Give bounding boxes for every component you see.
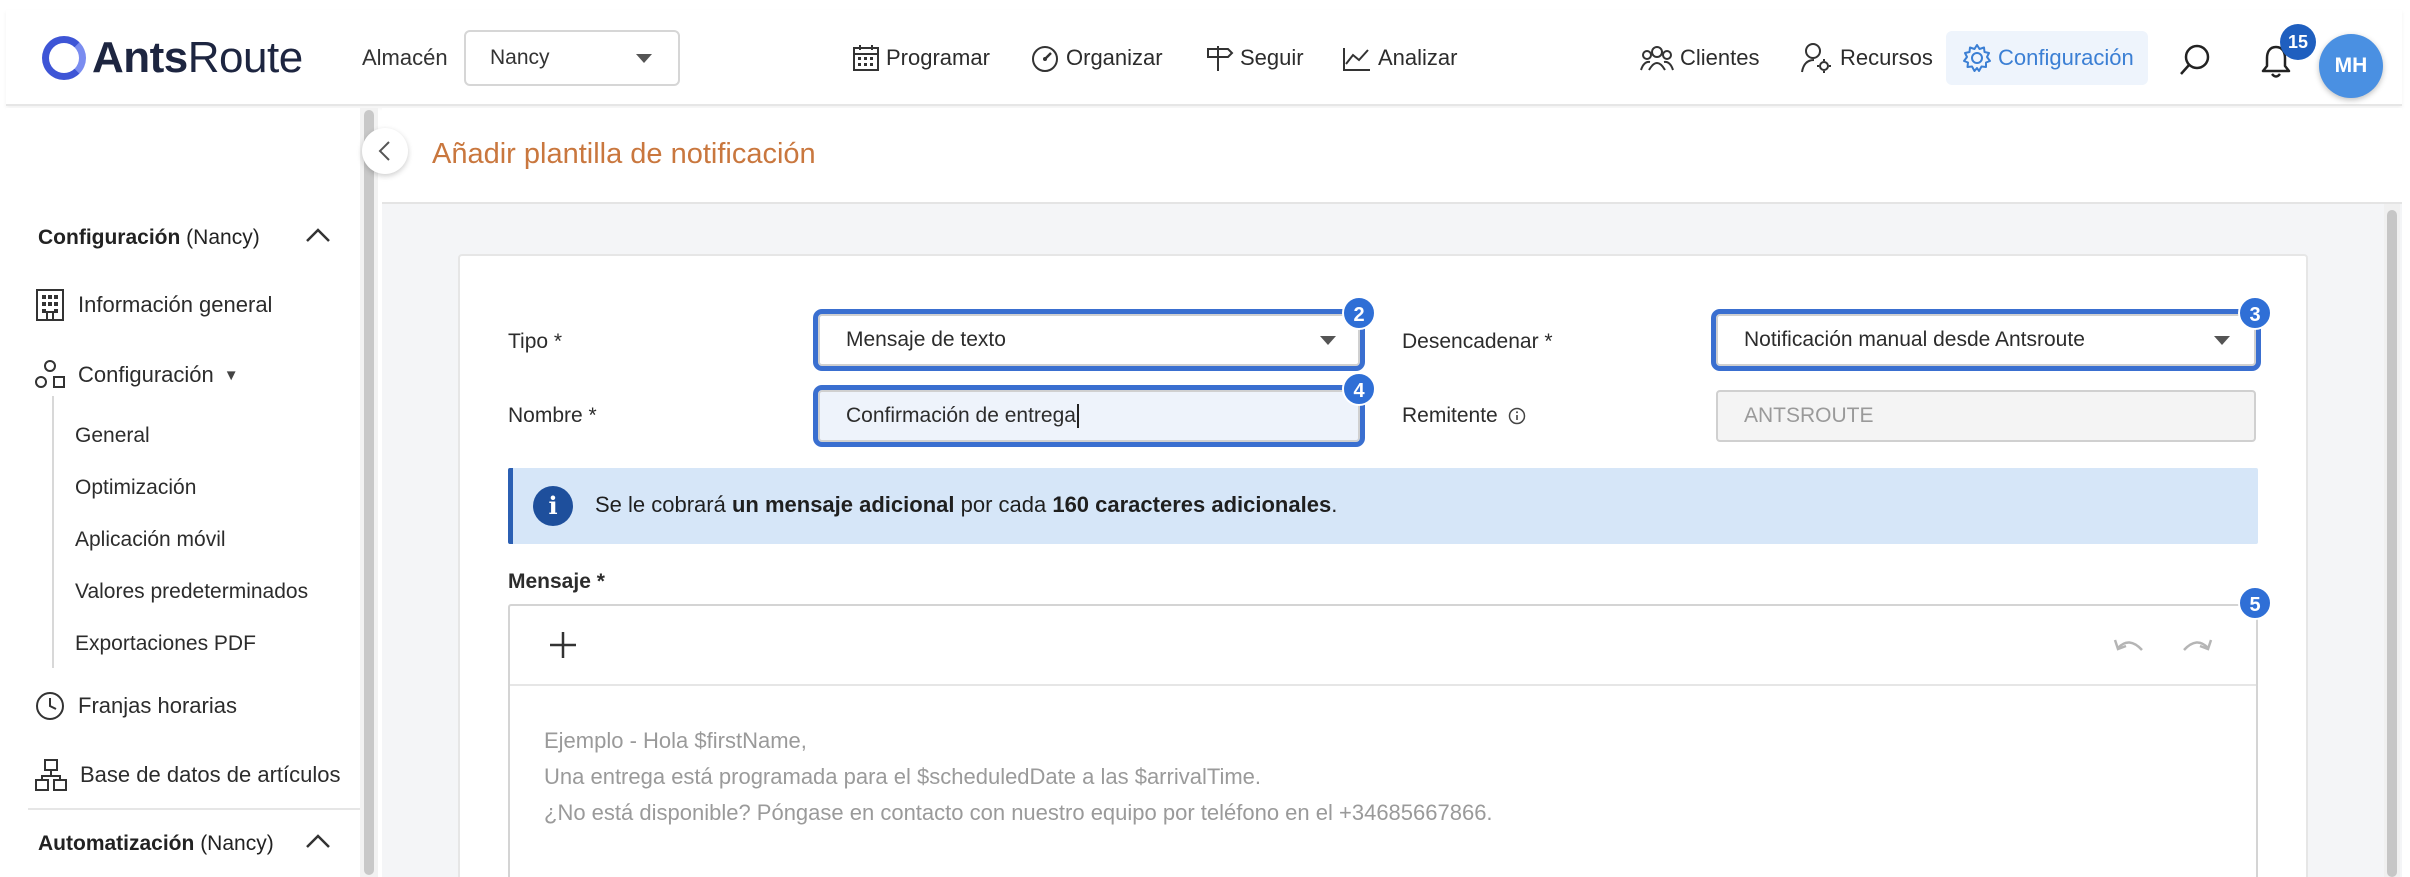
editor-placeholder-line: Ejemplo - Hola $firstName, (544, 728, 807, 753)
step-badge-5: 5 (2238, 586, 2272, 620)
mensaje-label: Mensaje * (508, 570, 605, 593)
undo-icon[interactable] (2112, 634, 2146, 658)
step-badge-2: 2 (1342, 296, 1376, 330)
calendar-icon (853, 45, 879, 71)
nombre-input[interactable]: Confirmación de entrega (813, 385, 1365, 447)
antsroute-logo[interactable]: AntsRoute (42, 32, 303, 84)
nav-seguir[interactable]: Seguir (1204, 10, 1304, 106)
chart-icon (1343, 48, 1370, 71)
step-badge-3: 3 (2238, 296, 2272, 330)
user-gear-icon (1801, 43, 1831, 73)
shapes-icon (35, 360, 65, 388)
building-icon (36, 289, 64, 321)
chevron-left-icon (378, 141, 390, 161)
search-icon[interactable] (2178, 43, 2212, 77)
notification-badge: 15 (2280, 24, 2316, 60)
sidebar-subitem-general[interactable]: General (75, 424, 150, 448)
users-icon (1640, 46, 1674, 71)
sidebar-section-automatizacion[interactable]: Automatización (Nancy) (38, 832, 274, 856)
remitente-input: ANTSROUTE (1716, 390, 2256, 442)
speedometer-icon (1032, 46, 1058, 72)
chevron-down-icon (2214, 336, 2230, 345)
chevron-up-icon[interactable] (304, 226, 332, 244)
logo-icon (42, 36, 86, 80)
main-scrollbar[interactable] (2384, 204, 2400, 877)
user-avatar[interactable]: MH (2319, 34, 2383, 98)
page-header: Añadir plantilla de notificación (382, 108, 2402, 204)
signpost-icon (1207, 46, 1234, 71)
clock-icon (36, 692, 64, 720)
info-circle-icon[interactable] (1508, 407, 1526, 425)
sidebar-item-base-datos[interactable]: Base de datos de artículos (34, 758, 341, 792)
nav-recursos[interactable]: Recursos (1800, 10, 1933, 106)
sidebar-item-configuracion[interactable]: Configuración ▼ (34, 358, 239, 392)
boxes-icon (35, 759, 67, 791)
text-cursor (1076, 404, 1079, 429)
redo-icon[interactable] (2180, 634, 2214, 658)
almacen-label: Almacén (362, 45, 448, 70)
sidebar-subitem-exportaciones[interactable]: Exportaciones PDF (75, 632, 256, 656)
info-banner-text: Se le cobrará un mensaje adicional por c… (595, 492, 1338, 517)
sidebar-item-franjas[interactable]: Franjas horarias (34, 690, 237, 722)
editor-placeholder-line: Una entrega está programada para el $sch… (544, 764, 1262, 789)
nav-analizar[interactable]: Analizar (1342, 10, 1457, 106)
sidebar-divider (28, 808, 364, 810)
submenu-guide-line (52, 396, 54, 668)
tipo-label: Tipo * (508, 330, 563, 353)
info-banner: i Se le cobrará un mensaje adicional por… (508, 468, 2258, 544)
remitente-label: Remitente (1402, 404, 1526, 428)
sidebar-item-info-general[interactable]: Información general (34, 288, 272, 322)
sidebar: Configuración (Nancy) Información genera… (6, 108, 364, 877)
editor-placeholder-line: ¿No está disponible? Póngase en contacto… (544, 800, 1493, 825)
top-header: AntsRoute Almacén Nancy Programar Organi… (6, 10, 2402, 106)
sidebar-subitem-app-movil[interactable]: Aplicación móvil (75, 528, 226, 552)
chevron-up-icon[interactable] (304, 832, 332, 850)
info-icon: i (533, 486, 573, 526)
step-badge-4: 4 (1342, 372, 1376, 406)
nav-organizar[interactable]: Organizar (1030, 10, 1163, 106)
desencadenar-select[interactable]: Notificación manual desde Antsroute (1711, 309, 2261, 371)
sidebar-subitem-valores[interactable]: Valores predeterminados (75, 580, 308, 604)
collapse-sidebar-button[interactable] (362, 128, 408, 174)
caret-down-icon: ▼ (223, 366, 239, 384)
desencadenar-label: Desencadenar * (1402, 330, 1553, 353)
plus-icon[interactable] (548, 630, 578, 660)
sidebar-scrollbar[interactable] (360, 108, 378, 877)
sidebar-subitem-optimizacion[interactable]: Optimización (75, 476, 196, 500)
almacen-select[interactable]: Nancy (464, 30, 680, 86)
nav-clientes[interactable]: Clientes (1640, 10, 1759, 106)
nombre-label: Nombre * (508, 404, 597, 427)
sidebar-section-configuracion[interactable]: Configuración (Nancy) (38, 226, 260, 250)
message-editor[interactable]: Ejemplo - Hola $firstName, Una entrega e… (508, 604, 2258, 877)
chevron-down-icon (636, 54, 652, 63)
page-title: Añadir plantilla de notificación (432, 138, 816, 170)
nav-configuracion[interactable]: Configuración (1946, 31, 2148, 85)
gear-icon (1963, 44, 1991, 72)
tipo-select[interactable]: Mensaje de texto (813, 309, 1365, 371)
editor-toolbar (510, 606, 2256, 686)
chevron-down-icon (1320, 336, 1336, 345)
nav-programar[interactable]: Programar (852, 10, 990, 106)
